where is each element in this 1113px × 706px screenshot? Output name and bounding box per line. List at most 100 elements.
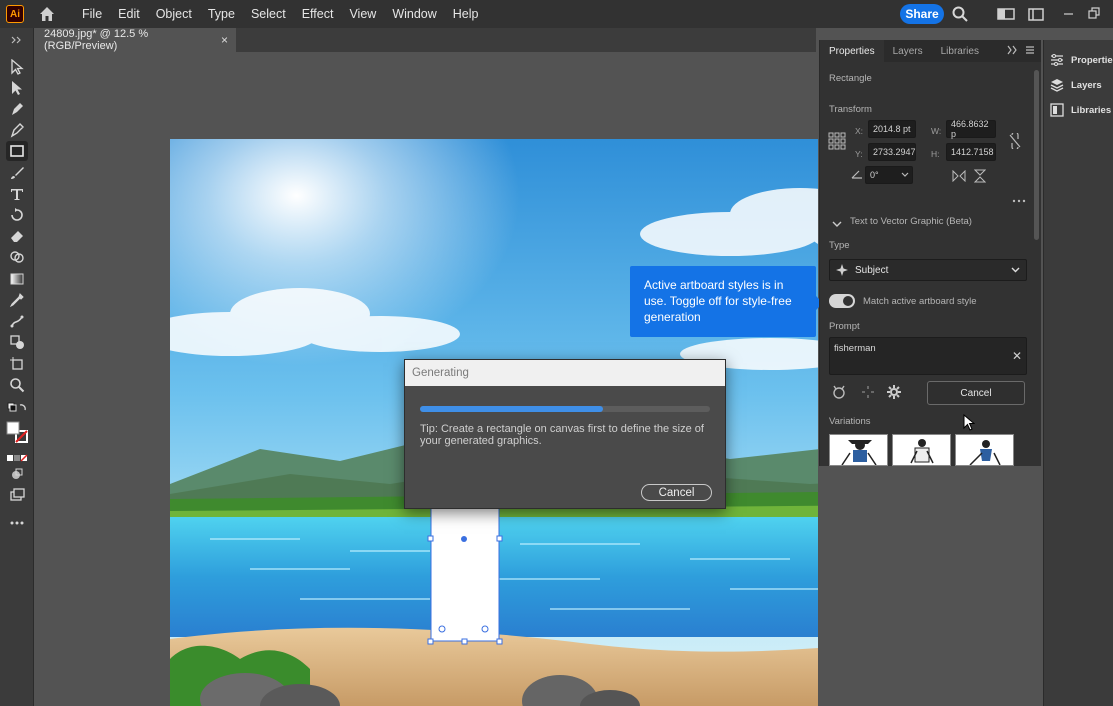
artboard-style-callout: Active artboard styles is in use. Toggle… [630, 266, 823, 337]
toolbar-collapse-icon[interactable] [6, 30, 28, 50]
menu-view[interactable]: View [341, 7, 384, 21]
fill-stroke-swatch-icon[interactable] [6, 420, 28, 446]
selection-tool-icon[interactable] [6, 57, 28, 77]
drawing-mode-icon[interactable] [6, 464, 28, 484]
match-style-toggle[interactable] [829, 294, 855, 308]
panel-menu-icon[interactable] [1025, 44, 1035, 58]
menu-object[interactable]: Object [148, 7, 200, 21]
effects-icon[interactable] [860, 384, 876, 403]
dialog-cancel-button[interactable]: Cancel [641, 484, 712, 501]
home-icon[interactable] [38, 5, 56, 23]
panel-scrollbar[interactable] [1034, 70, 1039, 240]
menu-bar: Ai File Edit Object Type Select Effect V… [0, 0, 1113, 28]
puppet-warp-tool-icon[interactable] [6, 311, 28, 331]
tools-panel [0, 28, 34, 706]
rotate-angle-value: 0° [870, 170, 879, 180]
shape-builder-tool-icon[interactable] [6, 247, 28, 267]
dock-libraries[interactable]: Libraries [1050, 100, 1113, 120]
menu-effect[interactable]: Effect [294, 7, 342, 21]
rotate-angle-field[interactable]: 0° [865, 166, 913, 184]
tab-properties[interactable]: Properties [820, 40, 884, 62]
w-field[interactable]: 466.8632 p [946, 119, 996, 139]
y-field[interactable]: 2733.2947 [868, 143, 916, 161]
chevron-down-icon [901, 170, 909, 180]
rotate-angle-icon [851, 168, 863, 182]
pen-tool-icon[interactable] [6, 99, 28, 119]
rectangle-tool-icon[interactable] [6, 141, 28, 161]
share-button[interactable]: Share [900, 4, 944, 24]
more-options-icon[interactable] [1012, 192, 1026, 206]
constrain-proportions-icon[interactable] [1008, 131, 1022, 152]
zoom-tool-icon[interactable] [6, 375, 28, 395]
gradient-tool-icon[interactable] [6, 269, 28, 289]
flip-vertical-icon[interactable] [973, 169, 987, 186]
mouse-cursor-icon [963, 413, 976, 435]
main-menu: File Edit Object Type Select Effect View… [74, 7, 487, 21]
panel-tab-bar: Properties Layers Libraries [820, 40, 1041, 62]
libraries-icon [1050, 103, 1064, 117]
menu-edit[interactable]: Edit [110, 7, 148, 21]
dock-properties[interactable]: Properties [1050, 50, 1113, 70]
paintbrush-tool-icon[interactable] [6, 163, 28, 183]
illustrator-window: Ai File Edit Object Type Select Effect V… [0, 0, 1113, 706]
document-tab[interactable]: 24809.jpg* @ 12.5 % (RGB/Preview) × [36, 28, 236, 52]
variations-heading: Variations [829, 416, 871, 427]
prompt-heading: Prompt [829, 321, 860, 332]
screen-mode-icon[interactable] [6, 485, 28, 505]
search-icon[interactable] [951, 5, 969, 23]
type-dropdown-value: Subject [855, 264, 889, 276]
live-paint-tool-icon[interactable] [6, 332, 28, 352]
prompt-value: fisherman [834, 343, 876, 354]
eyedropper-tool-icon[interactable] [6, 290, 28, 310]
reference-point-icon[interactable] [828, 132, 846, 153]
variation-thumbnail-2[interactable] [892, 434, 951, 466]
curvature-tool-icon[interactable] [6, 120, 28, 140]
panel-expand-icon[interactable] [1007, 44, 1019, 58]
more-tools-icon[interactable] [6, 513, 28, 533]
h-field[interactable]: 1412.7158 [946, 143, 996, 161]
default-fill-stroke-icon[interactable] [6, 398, 28, 418]
type-heading: Type [829, 240, 850, 251]
toggle-knob [843, 296, 853, 306]
match-style-label: Match active artboard style [863, 296, 977, 307]
object-type-label: Rectangle [829, 73, 872, 84]
properties-icon [1050, 53, 1064, 67]
progress-fill [420, 406, 603, 412]
arrange-documents-icon[interactable] [997, 5, 1015, 23]
flip-horizontal-icon[interactable] [952, 169, 966, 185]
section-chevron-icon[interactable] [832, 217, 842, 231]
x-field[interactable]: 2014.8 pt [868, 120, 916, 138]
menu-file[interactable]: File [74, 7, 110, 21]
eraser-tool-icon[interactable] [6, 226, 28, 246]
menu-type[interactable]: Type [200, 7, 243, 21]
direct-selection-tool-icon[interactable] [6, 78, 28, 98]
minimize-icon[interactable] [1060, 5, 1078, 23]
y-label: Y: [855, 149, 863, 159]
app-logo: Ai [6, 5, 24, 23]
close-tab-icon[interactable]: × [221, 33, 228, 47]
menu-help[interactable]: Help [445, 7, 487, 21]
rotate-tool-icon[interactable] [6, 205, 28, 225]
chevron-down-icon [1011, 265, 1020, 276]
type-dropdown[interactable]: Subject [829, 259, 1027, 281]
variation-thumbnail-3[interactable] [955, 434, 1014, 466]
artboard-tool-icon[interactable] [6, 354, 28, 374]
layers-icon [1050, 78, 1064, 92]
prompt-input[interactable]: fisherman ✕ [829, 337, 1027, 375]
restore-icon[interactable] [1085, 5, 1103, 23]
generate-cancel-button[interactable]: Cancel [927, 381, 1025, 405]
generating-dialog: Generating Tip: Create a rectangle on ca… [404, 359, 726, 509]
workspace-icon[interactable] [1027, 5, 1045, 23]
w-label: W: [931, 126, 942, 136]
type-tool-icon[interactable] [6, 184, 28, 204]
tab-layers[interactable]: Layers [884, 40, 932, 62]
style-picker-icon[interactable] [831, 384, 847, 403]
menu-select[interactable]: Select [243, 7, 294, 21]
dock-layers[interactable]: Layers [1050, 75, 1113, 95]
settings-gear-icon[interactable] [886, 384, 902, 403]
menu-window[interactable]: Window [384, 7, 444, 21]
tab-libraries[interactable]: Libraries [932, 40, 988, 62]
text-to-vector-section-title[interactable]: Text to Vector Graphic (Beta) [850, 216, 972, 227]
clear-prompt-icon[interactable]: ✕ [1012, 349, 1022, 363]
variation-thumbnail-1[interactable] [829, 434, 888, 466]
